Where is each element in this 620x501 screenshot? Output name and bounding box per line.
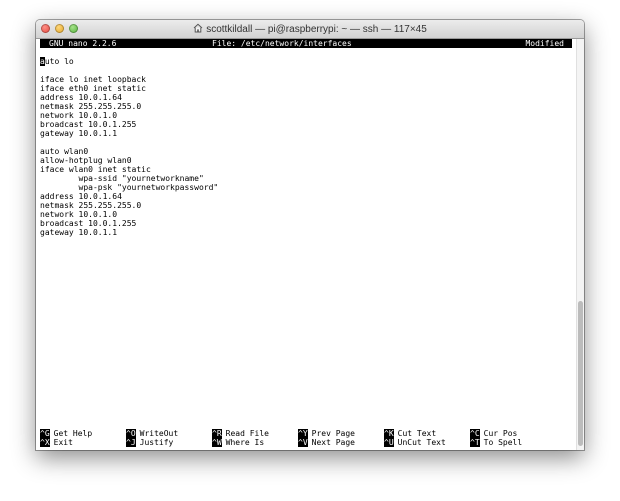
file-line[interactable]: allow-hotplug wlan0	[40, 156, 570, 165]
shortcut-key: ^U	[384, 438, 394, 447]
shortcut-item: ^O WriteOut	[126, 429, 178, 438]
shortcut-key: ^X	[40, 438, 50, 447]
shortcut-item: ^C Cur Pos	[470, 429, 517, 438]
file-line[interactable]: network 10.0.1.0	[40, 210, 570, 219]
shortcut-label: Get Help	[53, 429, 93, 438]
shortcut-item: ^J Justify	[126, 438, 173, 447]
scrollbar-thumb[interactable]	[578, 301, 583, 446]
file-line[interactable]: iface eth0 inet static	[40, 84, 570, 93]
shortcut-label: Cut Text	[397, 429, 437, 438]
shortcut-label: Next Page	[311, 438, 355, 447]
shortcut-label: Where Is	[225, 438, 265, 447]
shortcut-label: Justify	[139, 438, 174, 447]
home-icon	[193, 23, 203, 33]
file-line[interactable]: netmask 255.255.255.0	[40, 102, 570, 111]
file-line[interactable]	[40, 138, 570, 147]
terminal-area[interactable]: GNU nano 2.2.6 File: /etc/network/interf…	[36, 39, 576, 450]
shortcut-key: ^K	[384, 429, 394, 438]
shortcut-key: ^V	[298, 438, 308, 447]
title-bar[interactable]: scottkildall — pi@raspberrypi: ~ — ssh —…	[36, 20, 584, 39]
shortcut-item: ^W Where Is	[212, 438, 264, 447]
file-line[interactable]: iface wlan0 inet static	[40, 165, 570, 174]
shortcut-key: ^T	[470, 438, 480, 447]
nano-file-name: File: /etc/network/interfaces	[212, 39, 352, 48]
shortcut-label: To Spell	[483, 438, 523, 447]
shortcut-label: Prev Page	[311, 429, 355, 438]
shortcut-key: ^R	[212, 429, 222, 438]
shortcut-key: ^J	[126, 438, 136, 447]
nano-version: GNU nano 2.2.6	[49, 39, 117, 48]
window-title: scottkildall — pi@raspberrypi: ~ — ssh —…	[206, 24, 427, 35]
file-line[interactable]: gateway 10.0.1.1	[40, 129, 570, 138]
shortcut-item: ^T To Spell	[470, 438, 522, 447]
shortcut-key: ^C	[470, 429, 480, 438]
file-line[interactable]: network 10.0.1.0	[40, 111, 570, 120]
shortcut-key: ^G	[40, 429, 50, 438]
shortcut-item: ^Y Prev Page	[298, 429, 355, 438]
shortcut-key: ^W	[212, 438, 222, 447]
shortcut-item: ^V Next Page	[298, 438, 355, 447]
file-line[interactable]: auto wlan0	[40, 147, 570, 156]
shortcut-key: ^O	[126, 429, 136, 438]
shortcut-item: ^K Cut Text	[384, 429, 436, 438]
vertical-scrollbar[interactable]	[576, 39, 584, 450]
window-title-group: scottkildall — pi@raspberrypi: ~ — ssh —…	[36, 23, 584, 35]
file-line[interactable]	[40, 66, 570, 75]
shortcut-label: WriteOut	[139, 429, 179, 438]
shortcut-item: ^X Exit	[40, 438, 73, 447]
shortcut-item: ^R Read File	[212, 429, 269, 438]
shortcut-label: Cur Pos	[483, 429, 518, 438]
file-line[interactable]: netmask 255.255.255.0	[40, 201, 570, 210]
file-line[interactable]: gateway 10.0.1.1	[40, 228, 570, 237]
file-line[interactable]: address 10.0.1.64	[40, 93, 570, 102]
shortcut-label: UnCut Text	[397, 438, 446, 447]
nano-header-bar: GNU nano 2.2.6 File: /etc/network/interf…	[40, 39, 572, 48]
file-line[interactable]: iface lo inet loopback	[40, 75, 570, 84]
file-content[interactable]: auto lo iface lo inet loopback iface eth0 …	[40, 57, 570, 237]
terminal-window: scottkildall — pi@raspberrypi: ~ — ssh —…	[36, 20, 584, 450]
shortcut-item: ^U UnCut Text	[384, 438, 446, 447]
file-line[interactable]: wpa-ssid "yournetworkname"	[40, 174, 570, 183]
shortcut-label: Exit	[53, 438, 73, 447]
shortcut-item: ^G Get Help	[40, 429, 92, 438]
file-line[interactable]: broadcast 10.0.1.255	[40, 219, 570, 228]
file-line[interactable]: broadcast 10.0.1.255	[40, 120, 570, 129]
nano-modified-status: Modified	[525, 39, 564, 48]
shortcut-key: ^Y	[298, 429, 308, 438]
shortcut-label: Read File	[225, 429, 269, 438]
file-line-text: uto lo	[44, 57, 74, 66]
file-line[interactable]: auto lo	[40, 57, 570, 66]
file-line[interactable]: address 10.0.1.64	[40, 192, 570, 201]
nano-shortcut-bar: ^G Get Help ^O WriteOut ^R Read File ^Y Prev Pa…	[40, 429, 572, 447]
file-line[interactable]: wpa-psk "yournetworkpassword"	[40, 183, 570, 192]
